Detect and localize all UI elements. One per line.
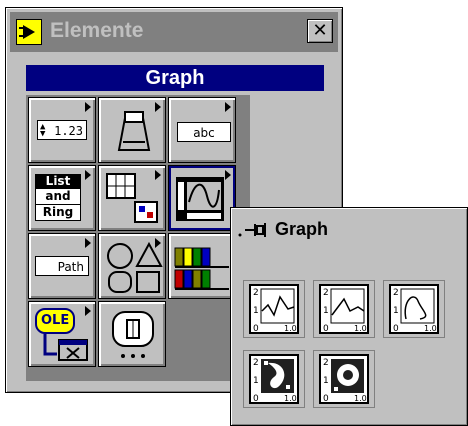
palette-item-array-cluster[interactable] bbox=[98, 165, 166, 231]
svg-text:2: 2 bbox=[323, 358, 329, 368]
svg-text:2: 2 bbox=[253, 288, 259, 298]
intensity-chart-icon: 2 1 0 1.0 bbox=[249, 354, 299, 404]
svg-text:1.0: 1.0 bbox=[354, 394, 367, 403]
graph-subpalette-title: Graph bbox=[275, 219, 329, 239]
submenu-arrow-icon bbox=[225, 170, 231, 180]
svg-text:2: 2 bbox=[253, 358, 259, 368]
svg-text:1: 1 bbox=[323, 306, 329, 316]
submenu-arrow-icon bbox=[85, 102, 91, 112]
string-icon: abc bbox=[177, 122, 231, 142]
graph-item-intensity-chart[interactable]: 2 1 0 1.0 bbox=[243, 350, 305, 408]
activex-container-icon bbox=[43, 334, 88, 361]
svg-text:0: 0 bbox=[253, 394, 259, 404]
palette-item-graph[interactable] bbox=[168, 165, 236, 231]
controls-grid: ▲ ▼ 1.23 abc List and Ring Path OLE bbox=[26, 95, 250, 381]
palette-menu-icon[interactable] bbox=[16, 19, 42, 45]
list-ring-icon: List and Ring bbox=[35, 174, 81, 221]
svg-text:1: 1 bbox=[393, 306, 399, 316]
array-cluster-icon bbox=[106, 173, 158, 223]
waveform-chart-icon: 2 1 0 1.0 bbox=[249, 284, 299, 334]
close-button[interactable]: ✕ bbox=[307, 19, 333, 43]
graph-item-waveform-graph[interactable]: 2 1 0 1.0 bbox=[313, 280, 375, 338]
svg-text:1.0: 1.0 bbox=[284, 324, 297, 333]
svg-text:1: 1 bbox=[253, 376, 259, 386]
list-ring-line-3: Ring bbox=[35, 205, 81, 221]
dialog-icon bbox=[112, 311, 154, 358]
svg-text:0: 0 bbox=[253, 324, 259, 334]
ole-icon: OLE bbox=[35, 308, 76, 334]
svg-text:0: 0 bbox=[323, 394, 329, 404]
xy-graph-icon: 2 1 0 1.0 bbox=[389, 284, 439, 334]
intensity-graph-icon: 2 1 0 1.0 bbox=[319, 354, 369, 404]
spin-arrows-icon: ▲ ▼ bbox=[40, 122, 46, 139]
waveform-graph-icon: 2 1 0 1.0 bbox=[319, 284, 369, 334]
svg-text:1: 1 bbox=[253, 306, 259, 316]
numeric-icon: ▲ ▼ 1.23 bbox=[37, 120, 87, 140]
boolean-switch-icon bbox=[117, 111, 151, 151]
palette-item-decorations[interactable] bbox=[98, 233, 166, 299]
path-icon: Path bbox=[35, 256, 89, 276]
graph-item-xy-graph[interactable]: 2 1 0 1.0 bbox=[383, 280, 445, 338]
svg-text:0: 0 bbox=[393, 324, 399, 334]
palette-item-numeric[interactable]: ▲ ▼ 1.23 bbox=[28, 97, 96, 163]
refnum-books-icon bbox=[174, 247, 229, 290]
palette-item-refnum[interactable] bbox=[168, 233, 236, 299]
svg-text:1.0: 1.0 bbox=[354, 324, 367, 333]
numeric-icon-label: 1.23 bbox=[54, 124, 83, 138]
svg-text:0: 0 bbox=[323, 324, 329, 334]
submenu-arrow-icon bbox=[85, 238, 91, 248]
decorations-icon bbox=[107, 241, 163, 293]
svg-text:1.0: 1.0 bbox=[284, 394, 297, 403]
palette-item-activex[interactable]: OLE bbox=[28, 301, 96, 367]
graph-icon bbox=[176, 177, 224, 221]
window-title: Elemente bbox=[50, 19, 144, 42]
svg-text:2: 2 bbox=[393, 288, 399, 298]
graph-item-waveform-chart[interactable]: 2 1 0 1.0 bbox=[243, 280, 305, 338]
submenu-arrow-icon bbox=[85, 170, 91, 180]
graph-subpalette-window: Graph 2 1 0 1.0 2 1 0 1.0 2 1 0 1.0 2 1 … bbox=[230, 207, 468, 426]
pushpin-icon[interactable] bbox=[237, 218, 273, 242]
palette-item-dialog[interactable] bbox=[98, 301, 166, 367]
palette-item-string[interactable]: abc bbox=[168, 97, 236, 163]
list-ring-line-1: List bbox=[35, 174, 81, 189]
svg-text:2: 2 bbox=[323, 288, 329, 298]
palette-item-list-and-ring[interactable]: List and Ring bbox=[28, 165, 96, 231]
svg-text:1.0: 1.0 bbox=[424, 324, 437, 333]
list-ring-line-2: and bbox=[35, 189, 81, 205]
palette-item-path[interactable]: Path bbox=[28, 233, 96, 299]
svg-text:1: 1 bbox=[323, 376, 329, 386]
title-bar[interactable]: Elemente ✕ bbox=[10, 12, 338, 52]
submenu-arrow-icon bbox=[155, 102, 161, 112]
submenu-arrow-icon bbox=[85, 306, 91, 316]
graph-item-intensity-graph[interactable]: 2 1 0 1.0 bbox=[313, 350, 375, 408]
submenu-arrow-icon bbox=[225, 102, 231, 112]
subpalette-header: Graph bbox=[26, 65, 324, 91]
palette-item-boolean[interactable] bbox=[98, 97, 166, 163]
